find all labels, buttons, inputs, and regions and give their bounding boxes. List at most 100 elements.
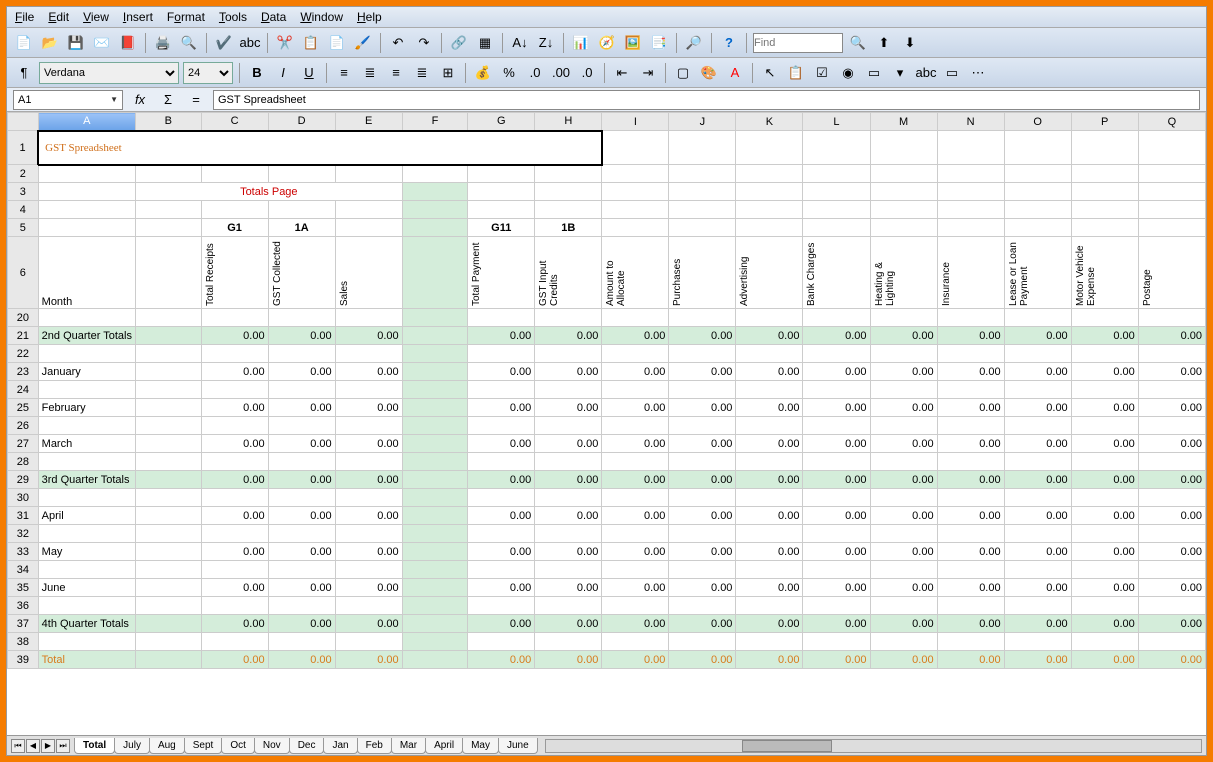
value-cell[interactable]: 0.00 [535,435,602,453]
row-header-37[interactable]: 37 [8,615,39,633]
col-header-A[interactable]: A [38,113,135,131]
cell[interactable] [268,525,335,543]
cell[interactable] [535,417,602,435]
sheet-tab-may[interactable]: May [462,738,499,754]
value-cell[interactable]: 0.00 [468,327,535,345]
cell[interactable] [468,381,535,399]
undo-icon[interactable]: ↶ [387,32,409,54]
cell[interactable] [1138,525,1205,543]
value-cell[interactable]: 0.00 [268,435,335,453]
cell[interactable] [335,561,402,579]
button-icon[interactable]: ▭ [941,62,963,84]
menu-help[interactable]: Help [357,10,382,24]
cell[interactable] [38,453,135,471]
cell[interactable] [135,453,201,471]
value-cell[interactable]: 0.00 [870,507,937,525]
value-cell[interactable]: 0.00 [1071,507,1138,525]
cell[interactable] [937,345,1004,363]
row-header-38[interactable]: 38 [8,633,39,651]
cell[interactable] [535,309,602,327]
menu-tools[interactable]: Tools [219,10,247,24]
cell[interactable] [736,309,803,327]
cell[interactable] [38,525,135,543]
cell[interactable] [870,309,937,327]
value-cell[interactable]: 0.00 [1004,471,1071,489]
value-cell[interactable]: 0.00 [803,327,870,345]
cell[interactable] [468,165,535,183]
cell[interactable] [335,525,402,543]
sheet-tab-nov[interactable]: Nov [254,738,290,754]
code-g11[interactable]: G11 [468,219,535,237]
value-cell[interactable]: 0.00 [268,615,335,633]
value-cell[interactable]: 0.00 [1138,615,1205,633]
cell[interactable] [268,381,335,399]
value-cell[interactable]: 0.00 [870,399,937,417]
value-cell[interactable]: 0.00 [201,651,268,669]
value-cell[interactable]: 0.00 [268,399,335,417]
cell[interactable] [201,345,268,363]
justify-icon[interactable]: ≣ [411,62,433,84]
fontcolor-icon[interactable]: A [724,62,746,84]
cell[interactable] [135,417,201,435]
combo-icon[interactable]: ▾ [889,62,911,84]
form-icon[interactable]: 📋 [785,62,807,84]
cell[interactable] [201,165,268,183]
cell[interactable] [669,597,736,615]
value-cell[interactable]: 0.00 [669,543,736,561]
value-cell[interactable]: 0.00 [201,327,268,345]
spreadsheet-grid[interactable]: ABCDEFGHIJKLMNOPQ1GST Spreadsheet23Total… [7,112,1206,735]
col-header-E[interactable]: E [335,113,402,131]
cell[interactable] [402,417,468,435]
cell[interactable] [468,453,535,471]
col-header-Q[interactable]: Q [1138,113,1205,131]
row-header-33[interactable]: 33 [8,543,39,561]
cell[interactable] [1071,131,1138,165]
value-cell[interactable]: 0.00 [1071,399,1138,417]
cell[interactable] [1004,417,1071,435]
cell[interactable] [937,597,1004,615]
value-cell[interactable]: 0.00 [736,363,803,381]
cell[interactable] [870,561,937,579]
value-cell[interactable]: 0.00 [335,399,402,417]
cell[interactable] [870,417,937,435]
cell[interactable] [602,417,669,435]
value-cell[interactable]: 0.00 [535,471,602,489]
paste-icon[interactable]: 📄 [326,32,348,54]
col-header-J[interactable]: J [669,113,736,131]
fx-icon[interactable]: fx [129,89,151,111]
cell[interactable] [268,453,335,471]
cell[interactable] [468,597,535,615]
row-header-39[interactable]: 39 [8,651,39,669]
value-cell[interactable]: 0.00 [937,615,1004,633]
cell[interactable] [1004,345,1071,363]
cell[interactable] [1138,453,1205,471]
italic-icon[interactable]: I [272,62,294,84]
sum-icon[interactable]: Σ [157,89,179,111]
cell[interactable] [1138,561,1205,579]
cell[interactable] [870,597,937,615]
cell[interactable] [602,381,669,399]
cell[interactable] [268,561,335,579]
row-header-20[interactable]: 20 [8,309,39,327]
value-cell[interactable]: 0.00 [1138,651,1205,669]
value-cell[interactable]: 0.00 [870,615,937,633]
value-cell[interactable]: 0.00 [535,327,602,345]
find-next-icon[interactable]: 🔍 [847,32,869,54]
value-cell[interactable]: 0.00 [1071,471,1138,489]
value-cell[interactable]: 0.00 [335,435,402,453]
col-header-B[interactable]: B [135,113,201,131]
row-header-31[interactable]: 31 [8,507,39,525]
value-cell[interactable]: 0.00 [669,363,736,381]
cell[interactable] [1071,453,1138,471]
cell[interactable] [335,597,402,615]
cell[interactable] [937,453,1004,471]
cell[interactable] [402,381,468,399]
autocheck-icon[interactable]: abc [239,32,261,54]
value-cell[interactable]: 0.00 [1138,435,1205,453]
cell[interactable] [38,165,135,183]
cell[interactable] [1138,165,1205,183]
cell[interactable] [335,453,402,471]
cell[interactable] [535,633,602,651]
cell[interactable] [135,597,201,615]
col-header-K[interactable]: K [736,113,803,131]
